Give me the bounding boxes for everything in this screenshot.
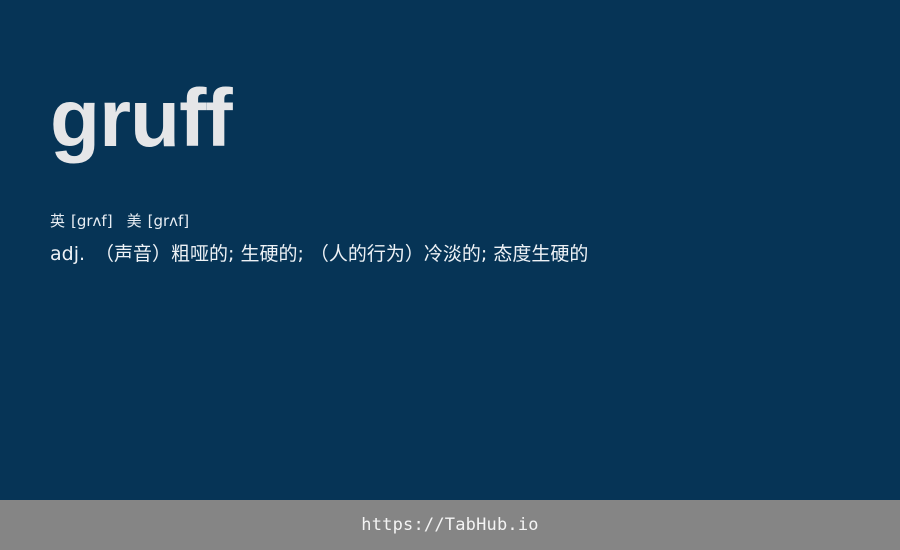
definition-line: adj. （声音）粗哑的; 生硬的; （人的行为）冷淡的; 态度生硬的 xyxy=(50,242,860,266)
phonetics-row: 英 [grʌf] 美 [grʌf] xyxy=(50,212,860,230)
tabhub-link[interactable]: https://TabHub.io xyxy=(361,515,538,535)
us-ipa: [grʌf] xyxy=(147,212,190,230)
uk-label: 英 xyxy=(50,212,66,230)
us-label: 美 xyxy=(126,212,142,230)
us-pronunciation: 美 [grʌf] xyxy=(127,212,190,230)
word-card: gruff 英 [grʌf] 美 [grʌf] adj. （声音）粗哑的; 生硬的… xyxy=(50,78,860,266)
uk-pronunciation: 英 [grʌf] xyxy=(50,212,113,230)
part-of-speech: adj. xyxy=(50,243,86,265)
headword: gruff xyxy=(50,73,233,164)
footer-bar: https://TabHub.io xyxy=(0,500,900,550)
definition-text: （声音）粗哑的; 生硬的; （人的行为）冷淡的; 态度生硬的 xyxy=(95,243,589,265)
uk-ipa: [grʌf] xyxy=(71,212,113,230)
